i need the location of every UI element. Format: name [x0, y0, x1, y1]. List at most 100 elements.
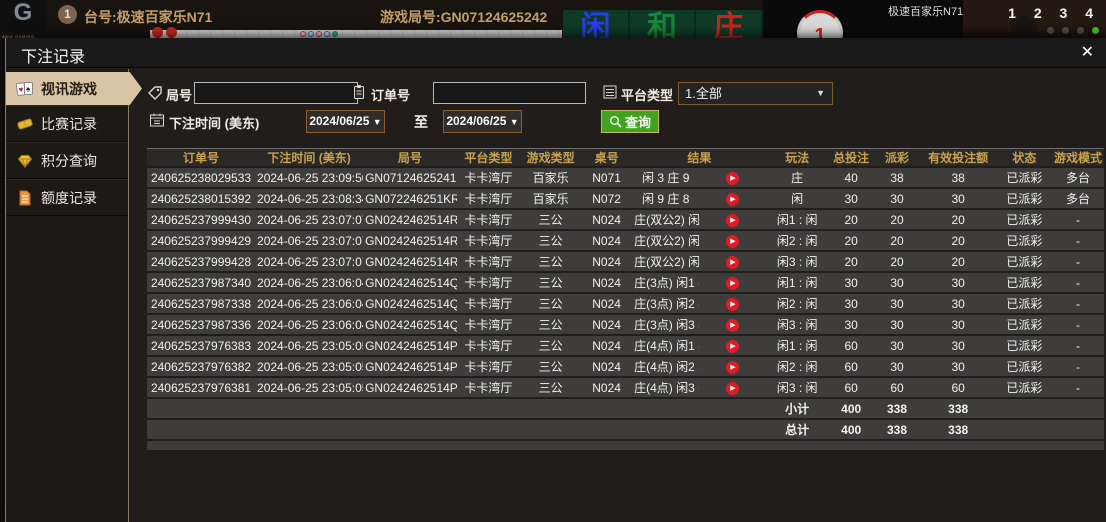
column-header: 平台类型	[457, 148, 520, 166]
table-cell: 卡卡湾厅	[457, 294, 520, 313]
play-replay-button[interactable]: ▶	[726, 319, 739, 332]
table-row: 2406252379763812024-06-25 23:05:05GN0242…	[147, 378, 1104, 397]
table-cell: -	[1052, 252, 1104, 271]
table-cell: N024	[581, 252, 632, 271]
date-from-picker[interactable]: 2024/06/25 ▼	[306, 110, 385, 133]
table-cell: 闲1 : 闲	[767, 273, 828, 292]
table-cell: 闲3 : 闲	[767, 378, 828, 397]
order-id-cell: 240625237999428	[147, 252, 255, 271]
roadmap-dot	[300, 31, 306, 37]
play-replay-button[interactable]: ▶	[726, 235, 739, 248]
table-header: 订单号下注时间 (美东)局号平台类型游戏类型桌号结果玩法总投注派彩有效投注额状态…	[147, 148, 1104, 166]
payout-cell: 30	[875, 294, 920, 313]
table-cell: N024	[581, 273, 632, 292]
table-cell: 60	[828, 378, 875, 397]
table-switcher[interactable]: 1 2 3 4	[1008, 5, 1100, 21]
status-cell: 已派彩	[997, 273, 1052, 292]
result-cell: 庄(3点) 闲1 (7点)	[632, 273, 699, 292]
replay-cell: ▶	[699, 357, 766, 376]
table-row: 2406252379763832024-06-25 23:05:05GN0242…	[147, 336, 1104, 355]
payout-cell: 30	[875, 189, 920, 208]
payout-cell: 60	[875, 378, 920, 397]
order-id-cell: 240625237999429	[147, 231, 255, 250]
table-cell: 闲2 : 闲	[767, 294, 828, 313]
column-header: 有效投注额	[919, 148, 996, 166]
table-cell: 2024-06-25 23:07:07	[255, 252, 363, 271]
platform-type-select[interactable]: 1.全部 ▼	[678, 82, 833, 105]
order-id-input[interactable]	[433, 82, 586, 104]
replay-cell: ▶	[699, 294, 766, 313]
table-cell: 卡卡湾厅	[457, 189, 520, 208]
sidebar-item-video-games[interactable]: ♥ ♠ 视讯游戏	[6, 72, 142, 105]
status-cell: 已派彩	[997, 210, 1052, 229]
payout-cell: 30	[875, 357, 920, 376]
table-cell: 20	[919, 252, 996, 271]
table-indicator-dot	[1062, 27, 1069, 34]
status-cell: 已派彩	[997, 189, 1052, 208]
table-cell: 闲	[767, 189, 828, 208]
play-replay-button[interactable]: ▶	[726, 214, 739, 227]
subtotal-row-payout: 338	[875, 399, 920, 418]
close-icon[interactable]: ✕	[1081, 42, 1094, 62]
table-cell: -	[1052, 273, 1104, 292]
bet-time-label: 下注时间 (美东)	[169, 113, 259, 132]
sidebar-item-credit-records[interactable]: 额度记录	[6, 179, 128, 216]
table-cell: 卡卡湾厅	[457, 252, 520, 271]
table-cell: 三公	[520, 378, 581, 397]
date-to-picker[interactable]: 2024/06/25 ▼	[443, 110, 522, 133]
platform-type-label: 平台类型	[621, 85, 673, 104]
screen: G ASIA GAMING 1 台号:极速百家乐N71 游戏局号:GN07124…	[0, 0, 1106, 522]
play-replay-button[interactable]: ▶	[726, 172, 739, 185]
table-row: 2406252379994292024-06-25 23:07:07GN0242…	[147, 231, 1104, 250]
table-cell: GN0242462514R	[363, 210, 457, 229]
play-replay-button[interactable]: ▶	[726, 298, 739, 311]
play-replay-button[interactable]: ▶	[726, 361, 739, 374]
result-cell: 庄(4点) 闲3 (9点)	[632, 378, 699, 397]
play-replay-button[interactable]: ▶	[726, 193, 739, 206]
to-label: 至	[414, 112, 428, 132]
list-icon	[602, 84, 618, 100]
column-header: 总投注	[828, 148, 875, 166]
table-cell: 60	[828, 336, 875, 355]
order-id-cell: 240625237976383	[147, 336, 255, 355]
tie-bet-zone: 和	[630, 10, 697, 38]
table-cell: -	[1052, 294, 1104, 313]
column-header: 局号	[363, 148, 457, 166]
table-cell: 三公	[520, 273, 581, 292]
replay-cell: ▶	[699, 189, 766, 208]
sidebar-item-label: 视讯游戏	[41, 79, 97, 99]
table-row: 2406252379873362024-06-25 23:06:04GN0242…	[147, 315, 1104, 334]
subtotal-row-valid-bet: 338	[919, 399, 996, 418]
table-cell: 2024-06-25 23:07:07	[255, 231, 363, 250]
column-header: 游戏模式	[1052, 148, 1104, 166]
play-replay-button[interactable]: ▶	[726, 382, 739, 395]
play-replay-button[interactable]: ▶	[726, 340, 739, 353]
search-button[interactable]: 查询	[601, 110, 659, 133]
table-cell: 40	[828, 168, 875, 187]
sidebar: ♥ ♠ 视讯游戏 比赛记录	[6, 69, 129, 522]
video-table-title: 极速百家乐N71	[888, 3, 963, 19]
status-cell: 已派彩	[997, 231, 1052, 250]
roadmap-strip	[150, 30, 562, 38]
play-replay-button[interactable]: ▶	[726, 277, 739, 290]
table-number-badge: 1	[58, 5, 77, 24]
round-id-input[interactable]	[194, 82, 358, 104]
table-cell: 卡卡湾厅	[457, 210, 520, 229]
payout-cell: 20	[875, 252, 920, 271]
player-bet-zone: 闲	[563, 10, 630, 38]
table-indicator-dot-active	[1092, 27, 1099, 34]
table-cell: 2024-06-25 23:05:05	[255, 357, 363, 376]
table-cell: 卡卡湾厅	[457, 273, 520, 292]
play-replay-button[interactable]: ▶	[726, 256, 739, 269]
table-indicator-dot	[1047, 27, 1054, 34]
table-cell: 30	[828, 315, 875, 334]
sidebar-item-points-query[interactable]: 积分查询	[6, 142, 128, 179]
empty-cell	[147, 441, 1104, 450]
cards-icon: ♥ ♠	[16, 81, 34, 97]
payout-cell: 20	[875, 210, 920, 229]
sidebar-item-match-records[interactable]: 比赛记录	[6, 105, 128, 142]
table-cell: GN0242462514P	[363, 336, 457, 355]
table-cell: GN0242462514Q	[363, 273, 457, 292]
payout-cell: 20	[875, 231, 920, 250]
column-header: 订单号	[147, 148, 255, 166]
